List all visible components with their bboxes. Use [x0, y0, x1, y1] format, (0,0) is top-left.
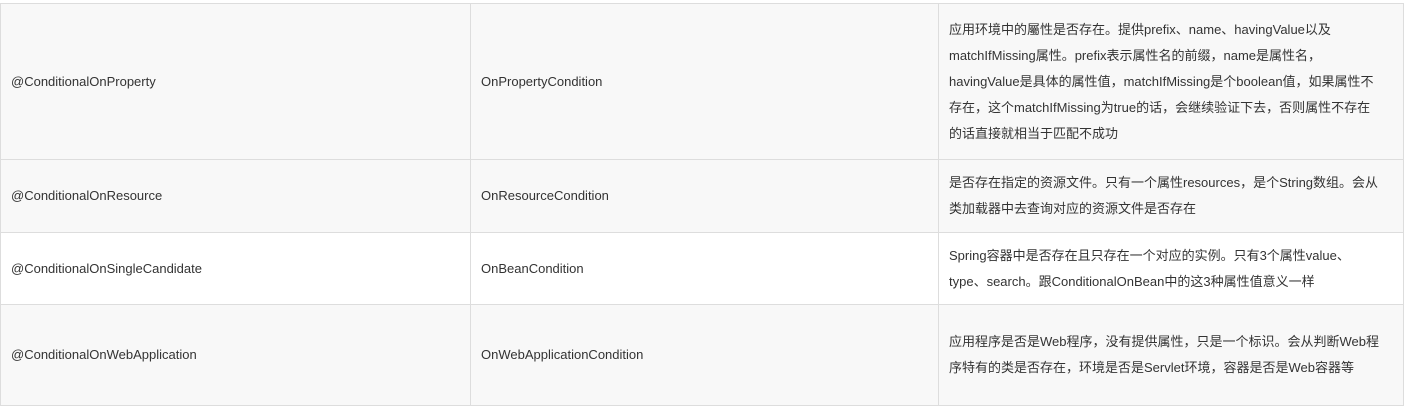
description-cell: Spring容器中是否存在且只存在一个对应的实例。只有3个属性value、typ…	[938, 232, 1404, 305]
annotation-cell: @ConditionalOnWebApplication	[0, 304, 471, 406]
condition-class-cell: OnBeanCondition	[470, 232, 939, 305]
description-cell: 是否存在指定的资源文件。只有一个属性resources，是个String数组。会…	[938, 159, 1404, 233]
condition-class-cell: OnWebApplicationCondition	[470, 304, 939, 406]
table-row: @ConditionalOnWebApplication OnWebApplic…	[0, 304, 1404, 406]
conditional-annotations-table: @ConditionalOnProperty OnPropertyConditi…	[0, 3, 1404, 406]
table-row: @ConditionalOnSingleCandidate OnBeanCond…	[0, 232, 1404, 305]
description-text: 应用环境中的屬性是否存在。提供prefix、name、havingValue以及…	[949, 21, 1374, 141]
table-row: @ConditionalOnResource OnResourceConditi…	[0, 159, 1404, 233]
condition-class-cell: OnPropertyCondition	[470, 3, 939, 160]
condition-class-cell: OnResourceCondition	[470, 159, 939, 233]
description-cell: 应用程序是否是Web程序，没有提供属性，只是一个标识。会从判断Web程序特有的类…	[938, 304, 1404, 406]
description-text: 是否存在指定的资源文件。只有一个属性resources，是个String数组。会…	[949, 175, 1379, 216]
annotation-cell: @ConditionalOnProperty	[0, 3, 471, 160]
annotation-cell: @ConditionalOnResource	[0, 159, 471, 233]
description-text: Spring容器中是否存在且只存在一个对应的实例。只有3个属性value、typ…	[949, 247, 1350, 289]
annotation-cell: @ConditionalOnSingleCandidate	[0, 232, 471, 305]
description-text: 应用程序是否是Web程序，没有提供属性，只是一个标识。会从判断Web程序特有的类…	[949, 334, 1379, 375]
table-row: @ConditionalOnProperty OnPropertyConditi…	[0, 3, 1404, 160]
description-cell: 应用环境中的屬性是否存在。提供prefix、name、havingValue以及…	[938, 3, 1404, 160]
